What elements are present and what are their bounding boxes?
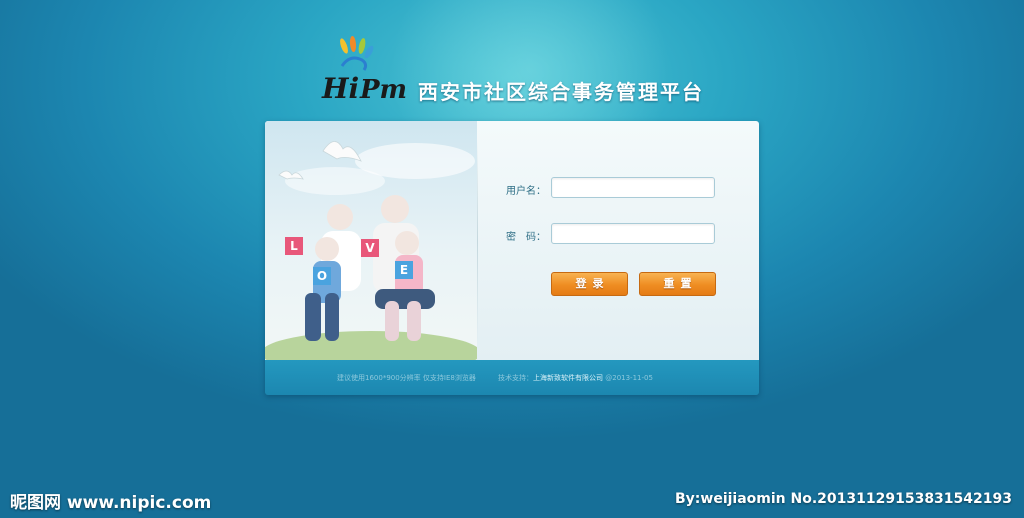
login-panel-body: L O V E 用户名： 密 码： 登录 重置 — [265, 121, 759, 360]
svg-text:Pm: Pm — [359, 75, 407, 104]
login-panel-footer: 建议使用1600*900分辨率 仅支持IE8浏览器 技术支持：上海新致软件有限公… — [265, 360, 759, 395]
password-label: 密 码： — [506, 232, 546, 243]
login-button[interactable]: 登录 — [551, 272, 628, 296]
love-card-l: L — [285, 237, 303, 255]
love-card-v: V — [361, 239, 379, 257]
page-header: Hi Pm 西安市社区综合事务管理平台 — [320, 36, 740, 106]
love-card-o: O — [313, 267, 331, 285]
reset-button[interactable]: 重置 — [639, 272, 716, 296]
nipic-watermark: 昵图网 www.nipic.com — [10, 493, 212, 513]
tech-support-prefix: 技术支持： — [498, 374, 533, 382]
author-watermark: By:weijiaomin No.20131129153831542193 — [675, 491, 1012, 507]
support-company: 上海新致软件有限公司 — [533, 374, 603, 382]
login-panel: L O V E 用户名： 密 码： 登录 重置 建议使用1600*900分辨率 … — [265, 121, 759, 395]
tech-support: 技术支持：上海新致软件有限公司 @2013-11-05 — [498, 373, 653, 383]
footer-date: @2013-11-05 — [605, 374, 653, 382]
family-photo: L O V E — [265, 121, 477, 360]
panel-divider — [477, 139, 478, 344]
page-title: 西安市社区综合事务管理平台 — [418, 80, 704, 104]
username-input[interactable] — [551, 177, 715, 198]
hipm-logo: Hi Pm — [320, 36, 415, 104]
password-input[interactable] — [551, 223, 715, 244]
svg-text:Hi: Hi — [321, 72, 359, 104]
username-label: 用户名： — [506, 186, 546, 197]
resolution-note: 建议使用1600*900分辨率 仅支持IE8浏览器 — [337, 374, 476, 382]
love-card-e: E — [395, 261, 413, 279]
